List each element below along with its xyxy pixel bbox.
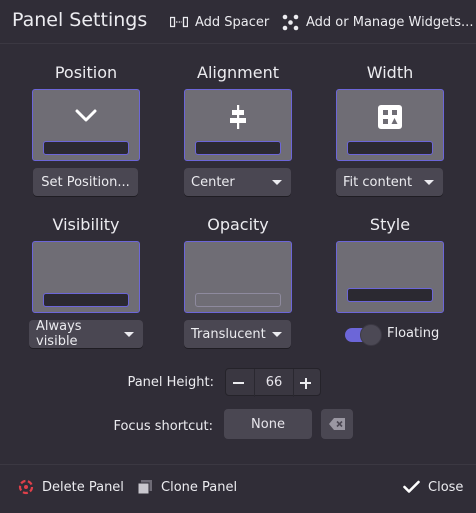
chevron-down-icon	[272, 179, 282, 185]
backspace-icon	[329, 418, 345, 430]
chevron-down-icon	[424, 179, 434, 185]
focus-shortcut-label: Focus shortcut:	[113, 419, 213, 434]
style-heading: Style	[369, 215, 411, 234]
floating-label: Floating	[387, 326, 440, 341]
delete-icon	[18, 479, 34, 495]
widgets-icon	[282, 14, 299, 30]
increment-button-vertical[interactable]	[304, 377, 307, 389]
width-combobox[interactable]: Fit content	[336, 168, 443, 196]
clone-icon	[137, 480, 152, 495]
alignment-value: Center	[191, 174, 235, 190]
decrement-button[interactable]	[233, 382, 244, 384]
add-spacer-button[interactable]: Add Spacer	[170, 12, 269, 32]
alignment-heading: Alignment	[197, 63, 279, 82]
close-label: Close	[428, 479, 464, 495]
delete-panel-button[interactable]: Delete Panel	[18, 477, 124, 497]
clone-panel-label: Clone Panel	[161, 479, 238, 495]
chevron-down-icon	[272, 331, 282, 337]
fit-content-icon	[378, 105, 402, 129]
panel-preview-bar	[347, 141, 433, 155]
panel-preview-bar	[43, 141, 129, 155]
header-bar: Panel Settings Add Spacer Add or Manage …	[0, 0, 476, 44]
chevron-down-icon	[124, 331, 134, 337]
opacity-combobox[interactable]: Translucent	[184, 320, 291, 348]
add-spacer-label: Add Spacer	[195, 14, 270, 30]
set-position-label: Set Position...	[41, 174, 130, 190]
visibility-combobox[interactable]: Always visible	[29, 319, 143, 349]
style-preview[interactable]	[336, 241, 444, 313]
panel-preview-bar-floating	[347, 288, 433, 302]
panel-preview-bar	[195, 141, 281, 155]
position-preview[interactable]	[32, 89, 140, 161]
align-center-icon	[230, 105, 246, 129]
close-button[interactable]: Close	[403, 477, 463, 497]
visibility-value: Always visible	[36, 319, 82, 349]
visibility-heading: Visibility	[52, 215, 120, 234]
panel-height-value[interactable]: 66	[254, 369, 294, 397]
width-preview[interactable]	[336, 89, 444, 161]
opacity-value: Translucent	[191, 326, 266, 342]
clone-panel-button[interactable]: Clone Panel	[137, 477, 237, 497]
chevron-down-icon	[75, 109, 97, 122]
width-value: Fit content	[343, 174, 413, 190]
focus-shortcut-value: None	[251, 416, 285, 432]
floating-toggle[interactable]	[345, 323, 383, 346]
page-title: Panel Settings	[12, 9, 148, 31]
add-widgets-button[interactable]: Add or Manage Widgets...	[282, 12, 473, 32]
panel-preview-bar	[43, 293, 129, 307]
panel-height-label: Panel Height:	[127, 375, 214, 390]
checkmark-icon	[403, 480, 420, 493]
delete-panel-label: Delete Panel	[42, 479, 124, 495]
width-heading: Width	[366, 63, 414, 82]
opacity-preview[interactable]	[184, 241, 292, 313]
position-heading: Position	[54, 63, 118, 82]
panel-height-spinbox[interactable]: 66	[225, 368, 321, 397]
spacer-icon	[170, 16, 188, 28]
visibility-preview[interactable]	[32, 241, 140, 313]
toggle-knob	[360, 324, 382, 346]
add-widgets-label: Add or Manage Widgets...	[306, 14, 474, 30]
opacity-heading: Opacity	[207, 215, 269, 234]
focus-shortcut-button[interactable]: None	[224, 409, 312, 439]
panel-preview-bar-translucent	[195, 293, 281, 307]
alignment-preview[interactable]	[184, 89, 292, 161]
set-position-button[interactable]: Set Position...	[33, 168, 138, 196]
panel-settings-window: Panel Settings Add Spacer Add or Manage …	[0, 0, 476, 513]
alignment-combobox[interactable]: Center	[184, 168, 291, 196]
clear-shortcut-button[interactable]	[321, 409, 353, 439]
